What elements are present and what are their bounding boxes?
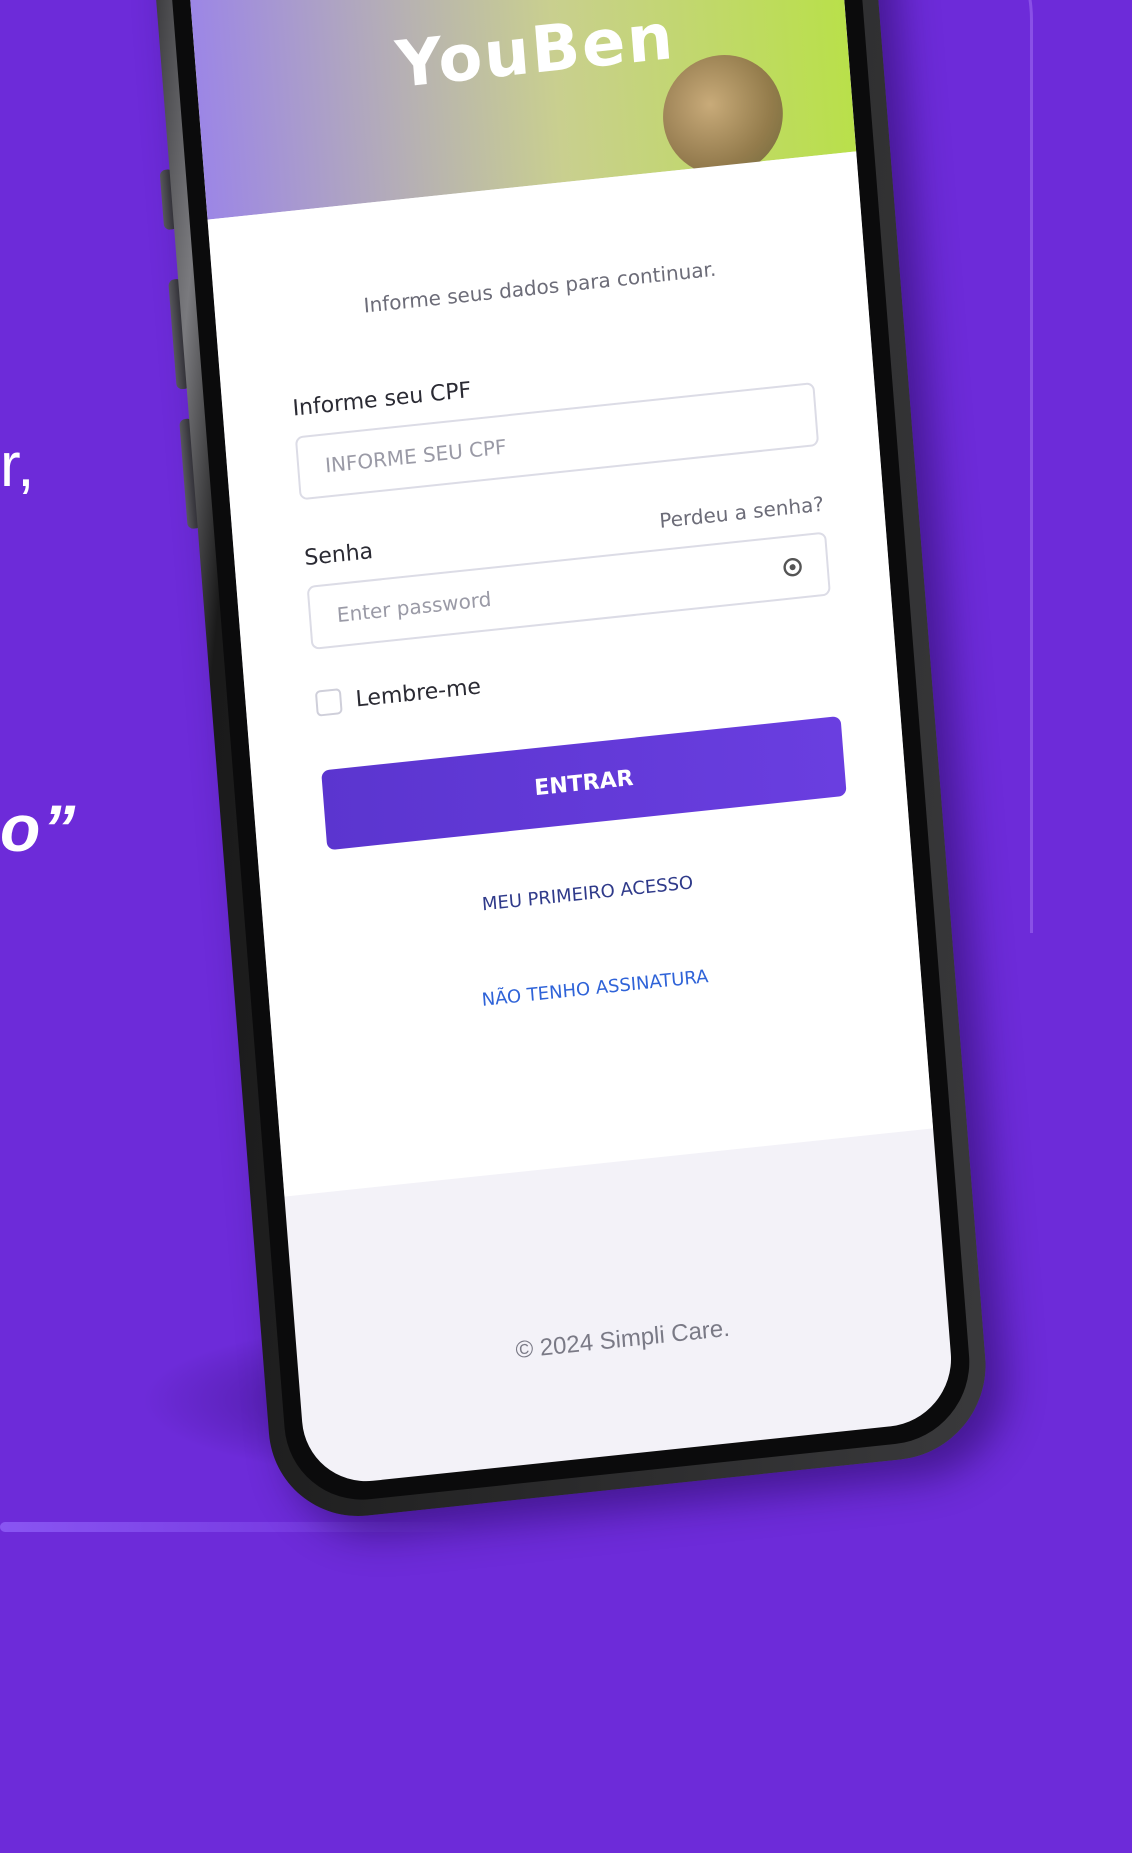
forgot-password-link[interactable]: Perdeu a senha? xyxy=(659,492,825,533)
background-quote-fragment: o” xyxy=(0,791,78,865)
password-input[interactable] xyxy=(306,531,831,650)
footer-copyright: © 2024 Simpli Care. xyxy=(514,1314,731,1365)
eye-icon[interactable] xyxy=(782,556,803,578)
app-logo: YouBen xyxy=(393,0,678,103)
remember-me-option[interactable]: Lembre-me xyxy=(314,673,482,717)
remember-me-label: Lembre-me xyxy=(354,673,482,713)
login-card: Informe seus dados para continuar. Infor… xyxy=(207,151,934,1197)
phone-screen: YouBen Informe seus dados para continuar… xyxy=(184,0,956,1488)
first-access-link[interactable]: MEU PRIMEIRO ACESSO xyxy=(262,849,912,938)
background-divider-line xyxy=(0,1522,470,1532)
no-subscription-link[interactable]: NÃO TENHO ASSINATURA xyxy=(270,944,920,1033)
phone-mockup: YouBen Informe seus dados para continuar… xyxy=(147,0,993,1526)
cpf-label: Informe seu CPF xyxy=(291,377,473,422)
password-label: Senha xyxy=(303,539,374,572)
remember-me-checkbox[interactable] xyxy=(314,688,343,717)
login-button[interactable]: ENTRAR xyxy=(321,715,847,851)
background-text-fragment: r, xyxy=(0,431,35,500)
login-subtitle: Informe seus dados para continuar. xyxy=(362,256,717,318)
